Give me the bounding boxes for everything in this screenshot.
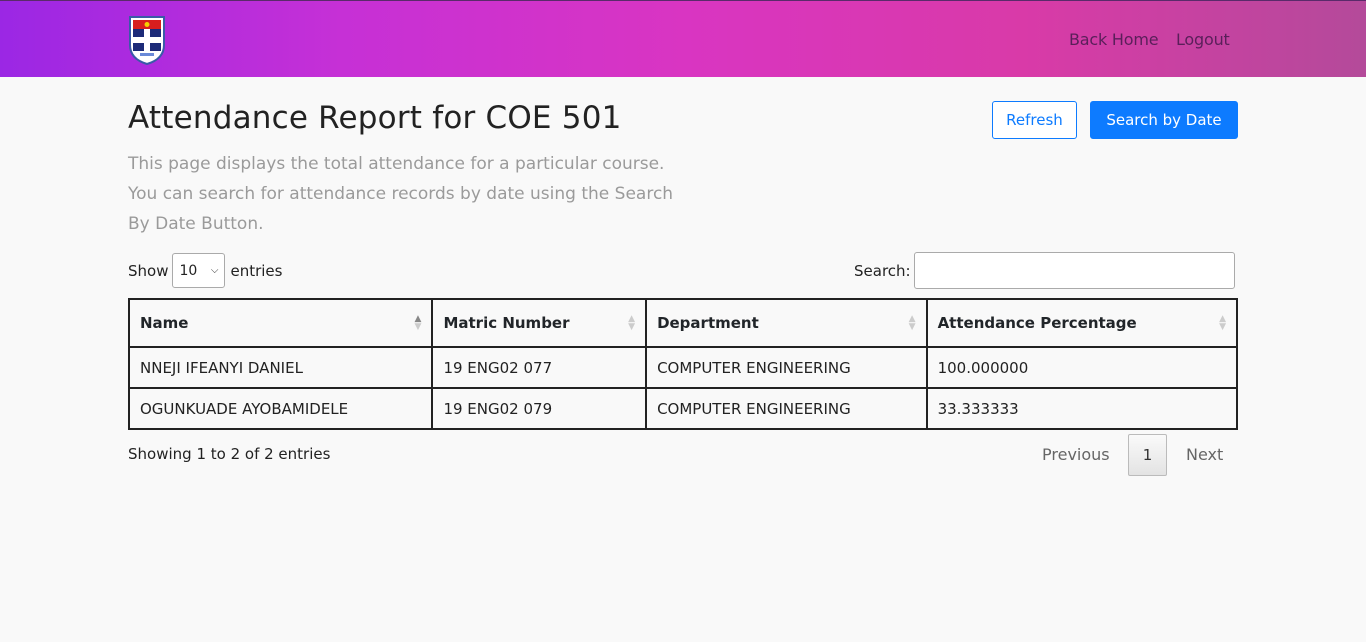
- entries-label: entries: [230, 261, 283, 280]
- cell-department: COMPUTER ENGINEERING: [645, 346, 928, 389]
- cell-department: COMPUTER ENGINEERING: [645, 387, 928, 430]
- cell-name: NNEJI IFEANYI DANIEL: [127, 346, 434, 389]
- cell-attendance-percentage: 100.000000: [925, 346, 1239, 389]
- cell-matric-number: 19 ENG02 077: [431, 346, 648, 389]
- page-description: This page displays the total attendance …: [128, 154, 674, 234]
- column-header-matric-number[interactable]: Matric Number ▲ ▼: [431, 298, 648, 348]
- attendance-table: Name ▲ ▼ Matric Number ▲ ▼ Department ▲ ▼ A…: [127, 298, 1239, 430]
- column-header-department[interactable]: Department ▲ ▼: [645, 298, 928, 348]
- top-navbar: Back Home Logout: [0, 0, 1366, 77]
- back-home-link[interactable]: Back Home: [1069, 30, 1159, 49]
- column-header-attendance-percentage[interactable]: Attendance Percentage ▲ ▼: [925, 298, 1239, 348]
- page-title: Attendance Report for COE 501: [128, 100, 622, 136]
- show-label: Show: [128, 261, 169, 280]
- sort-asc-icon: ▲ ▼: [414, 314, 422, 332]
- search-by-date-button[interactable]: Search by Date: [1090, 101, 1238, 139]
- sort-icon: ▲ ▼: [628, 314, 636, 332]
- column-header-name[interactable]: Name ▲ ▼: [127, 298, 434, 348]
- chevron-down-icon: ⌵: [210, 265, 219, 276]
- page-1-button[interactable]: 1: [1128, 434, 1167, 476]
- sort-icon: ▲ ▼: [908, 314, 916, 332]
- table-row: OGUNKUADE AYOBAMIDELE 19 ENG02 079 COMPU…: [127, 387, 1239, 430]
- next-page-button[interactable]: Next: [1186, 434, 1223, 475]
- table-header-row: Name ▲ ▼ Matric Number ▲ ▼ Department ▲ ▼ A…: [127, 298, 1239, 348]
- cell-name: OGUNKUADE AYOBAMIDELE: [127, 387, 434, 430]
- refresh-button[interactable]: Refresh: [992, 101, 1077, 139]
- table-search-control: Search:: [854, 252, 1235, 289]
- entries-length-control: Show 10 ⌵ entries: [128, 253, 282, 288]
- university-logo-icon[interactable]: [128, 15, 166, 66]
- table-row: NNEJI IFEANYI DANIEL 19 ENG02 077 COMPUT…: [127, 346, 1239, 389]
- entries-select[interactable]: 10 ⌵: [172, 253, 226, 288]
- previous-page-button[interactable]: Previous: [1042, 434, 1110, 475]
- search-input[interactable]: [913, 252, 1235, 289]
- search-label: Search:: [854, 261, 911, 280]
- cell-attendance-percentage: 33.333333: [925, 387, 1239, 430]
- logout-link[interactable]: Logout: [1176, 30, 1230, 49]
- entries-select-value: 10: [179, 262, 198, 279]
- table-info: Showing 1 to 2 of 2 entries: [128, 445, 331, 463]
- sort-icon: ▲ ▼: [1219, 314, 1226, 332]
- cell-matric-number: 19 ENG02 079: [431, 387, 648, 430]
